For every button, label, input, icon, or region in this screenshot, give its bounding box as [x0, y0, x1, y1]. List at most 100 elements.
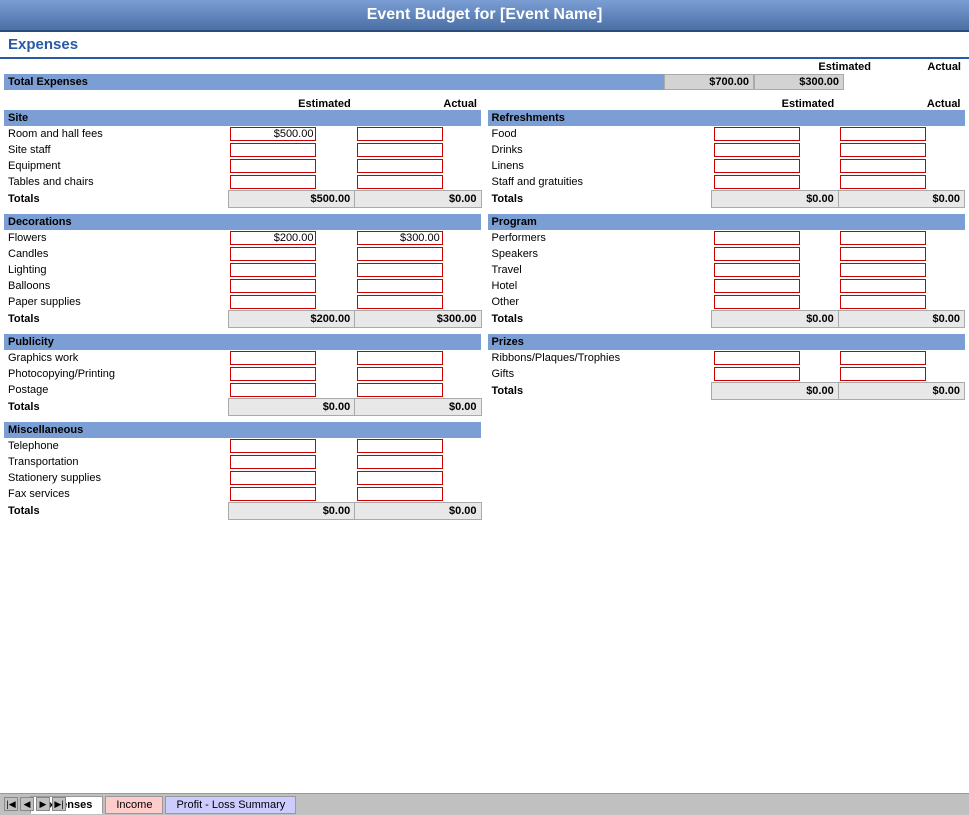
decorations-label-2: Lighting: [4, 262, 228, 278]
decorations-label-3: Balloons: [4, 278, 228, 294]
site-actual-input-3[interactable]: [355, 174, 481, 191]
program-estimated-input-3[interactable]: [712, 278, 838, 294]
refreshments-actual-input-3[interactable]: [838, 174, 964, 191]
prizes-estimated-input-0[interactable]: [712, 350, 838, 366]
refreshments-actual-input-1[interactable]: [838, 142, 964, 158]
program-actual-input-3[interactable]: [838, 278, 964, 294]
site-estimated-input-0[interactable]: $500.00: [228, 126, 354, 142]
table-row: Speakers: [488, 246, 965, 262]
miscellaneous-label-3: Fax services: [4, 486, 228, 503]
site-actual-input-0[interactable]: [355, 126, 481, 142]
budget-columns: Estimated Actual Site Room and hall fees…: [4, 98, 965, 526]
publicity-estimated-input-1[interactable]: [228, 366, 354, 382]
program-estimated-input-1[interactable]: [712, 246, 838, 262]
refreshments-actual-input-2[interactable]: [838, 158, 964, 174]
table-row: Balloons: [4, 278, 481, 294]
refreshments-actual-input-0[interactable]: [838, 126, 964, 142]
next-tab-arrow[interactable]: ▶: [36, 797, 50, 811]
decorations-estimated-input-2[interactable]: [228, 262, 354, 278]
right-column: Estimated Actual Refreshments FoodDrinks…: [488, 98, 966, 526]
decorations-estimated-input-1[interactable]: [228, 246, 354, 262]
decorations-label-4: Paper supplies: [4, 294, 228, 311]
miscellaneous-estimated-input-2[interactable]: [228, 470, 354, 486]
program-actual-input-0[interactable]: [838, 230, 964, 246]
program-label-3: Hotel: [488, 278, 712, 294]
program-actual-input-1[interactable]: [838, 246, 964, 262]
miscellaneous-actual-input-3[interactable]: [355, 486, 481, 503]
publicity-totals-row: Totals $0.00 $0.00: [4, 399, 481, 416]
tab-nav-arrows: |◀ ◀ ▶ ▶|: [0, 793, 66, 815]
left-column: Estimated Actual Site Room and hall fees…: [4, 98, 482, 526]
program-totals-row: Totals $0.00 $0.00: [488, 311, 965, 328]
decorations-actual-input-0[interactable]: $300.00: [355, 230, 481, 246]
program-actual-input-4[interactable]: [838, 294, 964, 311]
program-estimated-input-4[interactable]: [712, 294, 838, 311]
decorations-actual-input-1[interactable]: [355, 246, 481, 262]
program-estimated-input-0[interactable]: [712, 230, 838, 246]
miscellaneous-estimated-input-0[interactable]: [228, 438, 354, 454]
table-row: Transportation: [4, 454, 481, 470]
decorations-estimated-input-3[interactable]: [228, 278, 354, 294]
miscellaneous-actual-input-0[interactable]: [355, 438, 481, 454]
site-estimated-input-3[interactable]: [228, 174, 354, 191]
program-estimated-input-2[interactable]: [712, 262, 838, 278]
site-estimated-input-1[interactable]: [228, 142, 354, 158]
site-actual-input-1[interactable]: [355, 142, 481, 158]
first-tab-arrow[interactable]: |◀: [4, 797, 18, 811]
prizes-estimated-input-1[interactable]: [712, 366, 838, 383]
prev-tab-arrow[interactable]: ◀: [20, 797, 34, 811]
miscellaneous-header: Miscellaneous: [4, 422, 481, 438]
miscellaneous-estimated-input-1[interactable]: [228, 454, 354, 470]
miscellaneous-estimated-input-3[interactable]: [228, 486, 354, 503]
prizes-actual-input-0[interactable]: [838, 350, 964, 366]
table-row: Performers: [488, 230, 965, 246]
table-row: Postage: [4, 382, 481, 399]
miscellaneous-actual-input-2[interactable]: [355, 470, 481, 486]
tab-income[interactable]: Income: [105, 796, 163, 814]
publicity-label-2: Postage: [4, 382, 228, 399]
miscellaneous-label-1: Transportation: [4, 454, 228, 470]
program-table: Program PerformersSpeakersTravelHotelOth…: [488, 214, 966, 328]
miscellaneous-table: Miscellaneous TelephoneTransportationSta…: [4, 422, 482, 520]
decorations-estimated-input-0[interactable]: $200.00: [228, 230, 354, 246]
tab-profit-loss[interactable]: Profit - Loss Summary: [165, 796, 296, 814]
site-estimated-input-2[interactable]: [228, 158, 354, 174]
program-actual-input-2[interactable]: [838, 262, 964, 278]
table-row: Telephone: [4, 438, 481, 454]
decorations-actual-input-4[interactable]: [355, 294, 481, 311]
last-tab-arrow[interactable]: ▶|: [52, 797, 66, 811]
table-row: Equipment: [4, 158, 481, 174]
refreshments-estimated-input-1[interactable]: [712, 142, 838, 158]
publicity-actual-input-2[interactable]: [355, 382, 481, 399]
prizes-actual-input-1[interactable]: [838, 366, 964, 383]
refreshments-header: Refreshments: [488, 110, 965, 126]
site-actual-input-2[interactable]: [355, 158, 481, 174]
publicity-estimated-input-2[interactable]: [228, 382, 354, 399]
publicity-actual-input-1[interactable]: [355, 366, 481, 382]
refreshments-totals-row: Totals $0.00 $0.00: [488, 191, 965, 208]
publicity-label-0: Graphics work: [4, 350, 228, 366]
decorations-actual-input-3[interactable]: [355, 278, 481, 294]
publicity-estimated-input-0[interactable]: [228, 350, 354, 366]
site-label-2: Equipment: [4, 158, 228, 174]
miscellaneous-actual-input-1[interactable]: [355, 454, 481, 470]
refreshments-estimated-input-3[interactable]: [712, 174, 838, 191]
decorations-actual-input-2[interactable]: [355, 262, 481, 278]
decorations-estimated-input-4[interactable]: [228, 294, 354, 311]
table-row: Food: [488, 126, 965, 142]
site-estimated-header: Estimated: [228, 98, 354, 110]
table-row: Fax services: [4, 486, 481, 503]
table-row: Lighting: [4, 262, 481, 278]
expenses-section-header: Expenses: [0, 32, 969, 59]
table-row: Stationery supplies: [4, 470, 481, 486]
table-row: Hotel: [488, 278, 965, 294]
publicity-actual-input-0[interactable]: [355, 350, 481, 366]
refreshments-estimated-input-2[interactable]: [712, 158, 838, 174]
refreshments-label-2: Linens: [488, 158, 712, 174]
refreshments-label-1: Drinks: [488, 142, 712, 158]
refreshments-estimated-input-0[interactable]: [712, 126, 838, 142]
total-expenses-estimated: $700.00: [664, 74, 754, 90]
table-row: Ribbons/Plaques/Trophies: [488, 350, 965, 366]
prizes-header: Prizes: [488, 334, 965, 350]
site-label-3: Tables and chairs: [4, 174, 228, 191]
